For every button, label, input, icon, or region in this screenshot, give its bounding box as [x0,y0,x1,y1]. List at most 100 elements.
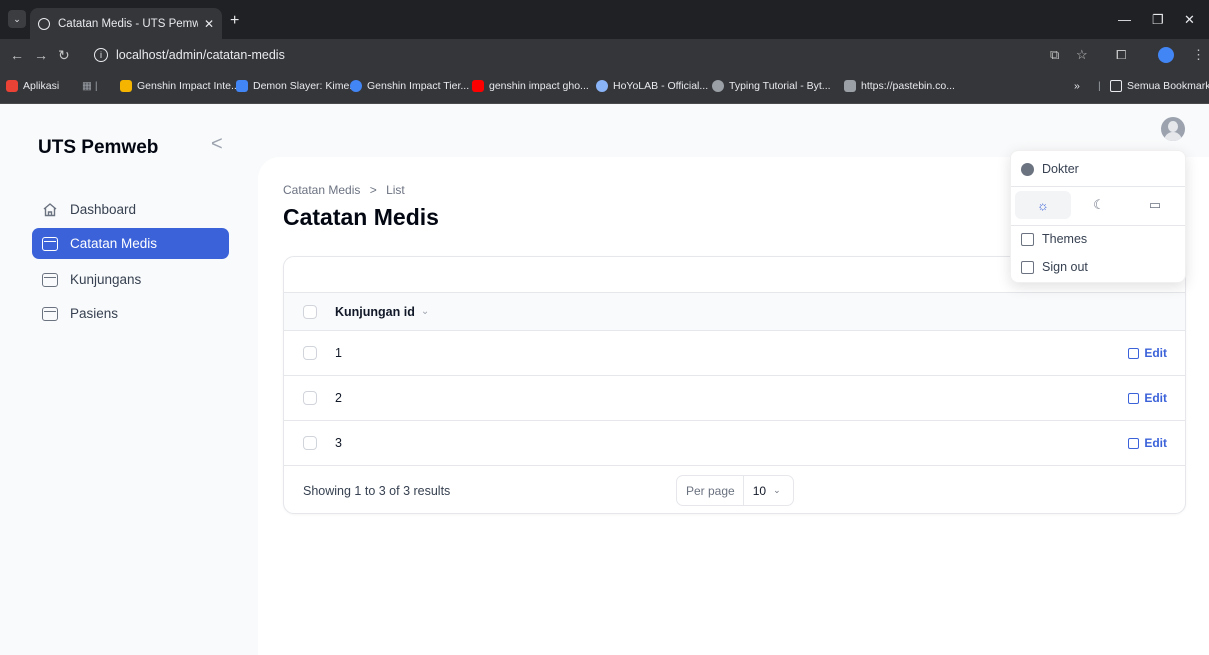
cell-kunjungan-id: 2 [335,391,342,405]
sidebar-item-pasiens[interactable]: Pasiens [32,298,229,329]
tab-search-button[interactable]: ⌄ [8,10,26,28]
profile-icon[interactable] [1158,47,1174,63]
reload-icon[interactable]: ↻ [58,47,70,64]
edit-icon [1128,437,1140,449]
avatar-body [1164,132,1182,141]
avatar-head [1168,121,1178,132]
home-icon [42,202,58,217]
edit-button[interactable]: Edit [1128,391,1167,405]
tab-title: Catatan Medis - UTS Pemweb [58,17,198,30]
table-row[interactable]: 3 Edit [284,421,1185,466]
restore-icon[interactable]: ❐ [1152,12,1164,28]
browser-tab[interactable]: Catatan Medis - UTS Pemweb ✕ [30,8,222,39]
bookmark-favicon-icon [350,80,362,92]
light-theme-icon[interactable]: ☼ [1015,191,1071,219]
window-close-icon[interactable]: ✕ [1184,12,1195,28]
bookmarks-bar: Aplikasi ▦ | Genshin Impact Inte... Demo… [0,71,1209,104]
results-summary: Showing 1 to 3 of 3 results [303,484,451,498]
breadcrumb: Catatan Medis > List [283,183,405,197]
row-checkbox[interactable] [303,346,317,360]
edit-icon [1128,347,1140,359]
edit-icon [1128,392,1140,404]
folder-icon [42,236,58,251]
table-row[interactable]: 1 Edit [284,331,1185,376]
tab-close-button[interactable]: ✕ [204,17,214,31]
user-menu-dropdown: Dokter ☼ ☾ ▭ Themes Sign out [1010,150,1186,283]
bookmark-item[interactable]: Genshin Impact Inte... [120,80,240,92]
bookmark-favicon-icon [596,80,608,92]
sidebar-item-label: Dashboard [70,202,137,217]
edit-button[interactable]: Edit [1128,436,1167,450]
dark-theme-icon[interactable]: ☾ [1071,191,1127,219]
globe-icon [712,80,724,92]
bookmark-item[interactable]: genshin impact gho... [472,80,589,92]
per-page-label: Per page [677,476,744,505]
browser-menu-icon[interactable]: ⋮ [1192,47,1205,63]
all-bookmarks-button[interactable]: Semua Bookmark [1110,80,1209,92]
table-footer: Showing 1 to 3 of 3 results Per page 10 … [284,466,1185,513]
cell-kunjungan-id: 1 [335,346,342,360]
theme-switcher: ☼ ☾ ▭ [1015,191,1183,219]
url-text: localhost/admin/catatan-medis [116,48,285,62]
table-row[interactable]: 2 Edit [284,376,1185,421]
folder-icon [42,272,58,287]
more-bookmarks-button[interactable]: » [1074,80,1080,92]
tab-groups-icon[interactable]: ▦ | [82,80,98,92]
user-circle-icon [1021,162,1034,176]
browser-tab-bar: ⌄ Catatan Medis - UTS Pemweb ✕ + — ❐ ✕ [0,0,1209,39]
url-field[interactable]: i localhost/admin/catatan-medis [94,43,314,67]
back-icon[interactable]: ← [10,47,24,63]
menu-divider [1011,186,1185,187]
bookmark-item[interactable]: Typing Tutorial - Byt... [712,80,831,92]
bookmark-item[interactable]: https://pastebin.co... [844,80,955,92]
bookmark-star-icon[interactable]: ☆ [1076,47,1088,63]
bookmark-item[interactable]: Genshin Impact Tier... [350,80,469,92]
brand-title: UTS Pemweb [38,137,159,158]
bookmark-item[interactable]: HoYoLAB - Official... [596,80,708,92]
folder-icon [42,306,58,321]
sidebar-item-catatan-medis[interactable]: Catatan Medis [32,228,229,259]
breadcrumb-separator: > [369,183,377,197]
minimize-icon[interactable]: — [1118,12,1131,27]
bookmark-favicon-icon [236,80,248,92]
breadcrumb-current: List [386,183,405,197]
translate-icon[interactable]: ⧉ [1050,47,1059,63]
sort-chevron-icon[interactable]: ⌄ [421,306,429,317]
extensions-icon[interactable]: ⧠ [1116,47,1126,63]
sidebar-item-kunjungans[interactable]: Kunjungans [32,264,229,295]
site-info-icon[interactable]: i [94,48,108,62]
apps-grid-icon [6,80,18,92]
sign-out-menu-item[interactable]: Sign out [1021,260,1088,274]
per-page-select[interactable]: Per page 10 ⌄ [676,475,794,506]
column-header-kunjungan-id[interactable]: Kunjungan id [335,305,415,319]
row-checkbox[interactable] [303,391,317,405]
sidebar-item-dashboard[interactable]: Dashboard [32,194,229,225]
system-theme-icon[interactable]: ▭ [1127,191,1183,219]
per-page-value: 10 [752,483,767,498]
user-name-item: Dokter [1021,162,1079,176]
youtube-icon [472,80,484,92]
select-all-checkbox[interactable] [303,304,317,319]
bookmark-favicon-icon [120,80,132,92]
forward-icon[interactable]: → [34,47,48,63]
row-checkbox[interactable] [303,436,317,450]
breadcrumb-link[interactable]: Catatan Medis [283,183,360,197]
address-bar-row: ← → ↻ i localhost/admin/catatan-medis ⧉ … [0,39,1209,71]
bookmark-separator: | [1098,80,1101,92]
bookmark-favicon-icon [844,80,856,92]
sidebar-collapse-button[interactable]: < [211,133,223,156]
sidebar-item-label: Kunjungans [70,272,142,287]
records-table: Kunjungan id ⌄ 1 Edit 2 Edit 3 Edit Show… [283,256,1186,514]
chevron-down-icon: ⌄ [773,485,781,495]
edit-button[interactable]: Edit [1128,346,1167,360]
cell-kunjungan-id: 3 [335,436,342,450]
sidebar-item-label: Pasiens [70,306,119,321]
user-avatar-button[interactable] [1161,117,1185,141]
page-title: Catatan Medis [283,204,439,230]
bookmark-apps[interactable]: Aplikasi [6,80,59,92]
menu-divider [1011,225,1185,226]
new-tab-button[interactable]: + [230,12,239,30]
bookmark-item[interactable]: Demon Slayer: Kime... [236,80,358,92]
themes-menu-item[interactable]: Themes [1021,232,1087,246]
sidebar-item-label: Catatan Medis [70,236,158,251]
